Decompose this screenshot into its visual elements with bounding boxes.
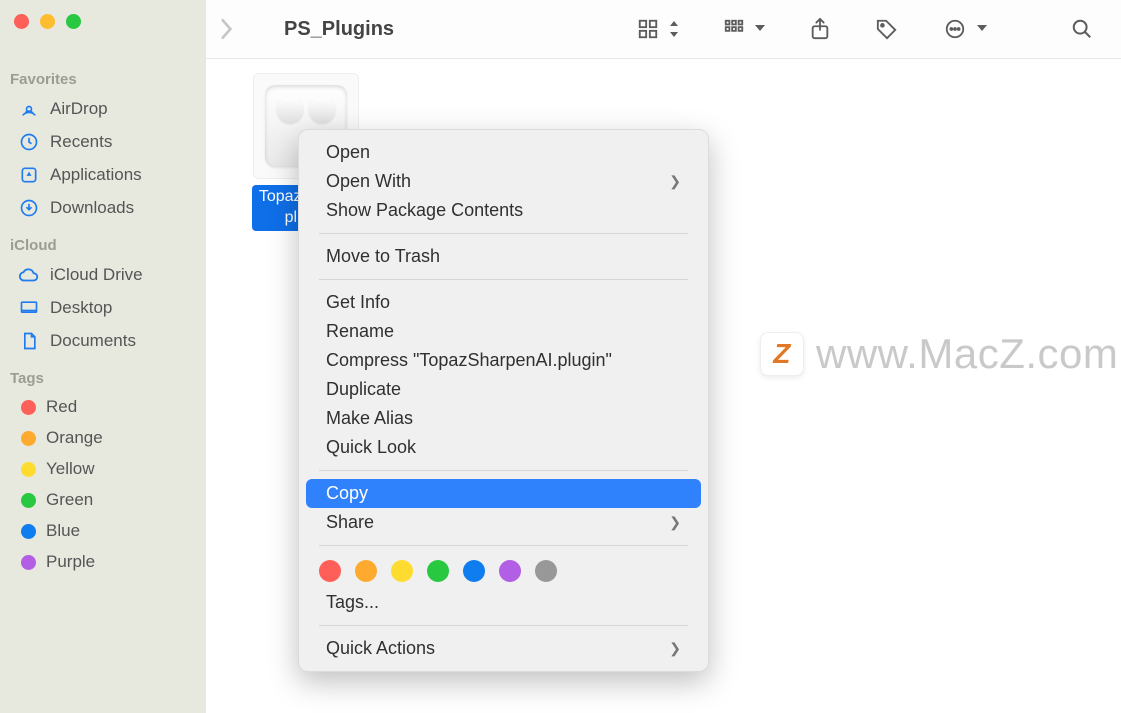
- menu-open-with[interactable]: Open With❯: [306, 167, 701, 196]
- sidebar-item-recents[interactable]: Recents: [6, 126, 200, 158]
- sidebar-item-airdrop[interactable]: AirDrop: [6, 93, 200, 125]
- menu-quick-look[interactable]: Quick Look: [306, 433, 701, 462]
- menu-duplicate[interactable]: Duplicate: [306, 375, 701, 404]
- cloud-icon: [18, 264, 40, 286]
- menu-copy[interactable]: Copy: [306, 479, 701, 508]
- sidebar-item-label: Purple: [46, 552, 95, 572]
- tag-dot-icon: [21, 431, 36, 446]
- sidebar-item-label: Desktop: [50, 298, 112, 318]
- search-button[interactable]: [1071, 18, 1093, 40]
- sidebar-item-desktop[interactable]: Desktop: [6, 292, 200, 324]
- sidebar-group-favorites: Favorites: [0, 59, 206, 92]
- sidebar-item-icloud-drive[interactable]: iCloud Drive: [6, 259, 200, 291]
- sidebar-group-tags: Tags: [0, 358, 206, 391]
- menu-separator: [319, 545, 688, 546]
- chevron-right-icon: ❯: [669, 514, 681, 531]
- sidebar-item-label: Orange: [46, 428, 103, 448]
- window-minimize-button[interactable]: [40, 14, 55, 29]
- sidebar-tag-yellow[interactable]: Yellow: [6, 454, 200, 484]
- menu-separator: [319, 470, 688, 471]
- window-maximize-button[interactable]: [66, 14, 81, 29]
- menu-separator: [319, 233, 688, 234]
- context-menu: Open Open With❯ Show Package Contents Mo…: [298, 129, 709, 672]
- airdrop-icon: [18, 98, 40, 120]
- share-button[interactable]: [809, 17, 831, 41]
- sidebar-item-label: AirDrop: [50, 99, 108, 119]
- tag-color-red[interactable]: [319, 560, 341, 582]
- tag-color-orange[interactable]: [355, 560, 377, 582]
- tag-dot-icon: [21, 493, 36, 508]
- tag-dot-icon: [21, 462, 36, 477]
- tag-dot-icon: [21, 400, 36, 415]
- menu-quick-actions[interactable]: Quick Actions❯: [306, 634, 701, 663]
- clock-icon: [18, 131, 40, 153]
- chevron-right-icon: ❯: [669, 173, 681, 190]
- tag-color-green[interactable]: [427, 560, 449, 582]
- sidebar-tag-red[interactable]: Red: [6, 392, 200, 422]
- sidebar-item-label: Blue: [46, 521, 80, 541]
- sidebar-tag-purple[interactable]: Purple: [6, 547, 200, 577]
- sidebar-tag-green[interactable]: Green: [6, 485, 200, 515]
- view-as-icons-button[interactable]: [637, 18, 679, 40]
- tag-color-yellow[interactable]: [391, 560, 413, 582]
- menu-get-info[interactable]: Get Info: [306, 288, 701, 317]
- tags-button[interactable]: [875, 18, 899, 40]
- window-title: PS_Plugins: [284, 18, 394, 41]
- menu-separator: [319, 625, 688, 626]
- group-by-button[interactable]: [723, 18, 765, 40]
- menu-rename[interactable]: Rename: [306, 317, 701, 346]
- menu-make-alias[interactable]: Make Alias: [306, 404, 701, 433]
- tag-color-gray[interactable]: [535, 560, 557, 582]
- sidebar-item-label: Red: [46, 397, 77, 417]
- menu-separator: [319, 279, 688, 280]
- tag-color-blue[interactable]: [463, 560, 485, 582]
- sidebar-group-icloud: iCloud: [0, 225, 206, 258]
- sidebar-item-documents[interactable]: Documents: [6, 325, 200, 357]
- sidebar-tag-orange[interactable]: Orange: [6, 423, 200, 453]
- menu-open[interactable]: Open: [306, 138, 701, 167]
- menu-share[interactable]: Share❯: [306, 508, 701, 537]
- doc-icon: [18, 330, 40, 352]
- desktop-icon: [18, 297, 40, 319]
- window-close-button[interactable]: [14, 14, 29, 29]
- sidebar-item-label: Yellow: [46, 459, 95, 479]
- sidebar-tag-blue[interactable]: Blue: [6, 516, 200, 546]
- sidebar-item-label: Downloads: [50, 198, 134, 218]
- tag-color-purple[interactable]: [499, 560, 521, 582]
- sidebar-item-downloads[interactable]: Downloads: [6, 192, 200, 224]
- sidebar-item-label: Documents: [50, 331, 136, 351]
- app-icon: [18, 164, 40, 186]
- tag-dot-icon: [21, 555, 36, 570]
- sidebar-item-applications[interactable]: Applications: [6, 159, 200, 191]
- menu-move-to-trash[interactable]: Move to Trash: [306, 242, 701, 271]
- download-icon: [18, 197, 40, 219]
- menu-tag-colors-row: [299, 554, 708, 588]
- sidebar-item-label: Recents: [50, 132, 112, 152]
- tag-dot-icon: [21, 524, 36, 539]
- sidebar: Favorites AirDrop Recents Applications D…: [0, 0, 206, 713]
- sidebar-item-label: Green: [46, 490, 93, 510]
- forward-button[interactable]: [218, 18, 234, 40]
- menu-tags[interactable]: Tags...: [306, 588, 701, 617]
- action-menu-button[interactable]: [943, 18, 987, 40]
- chevron-right-icon: ❯: [669, 640, 681, 657]
- menu-compress[interactable]: Compress "TopazSharpenAI.plugin": [306, 346, 701, 375]
- sidebar-item-label: iCloud Drive: [50, 265, 143, 285]
- sidebar-item-label: Applications: [50, 165, 142, 185]
- menu-show-package-contents[interactable]: Show Package Contents: [306, 196, 701, 225]
